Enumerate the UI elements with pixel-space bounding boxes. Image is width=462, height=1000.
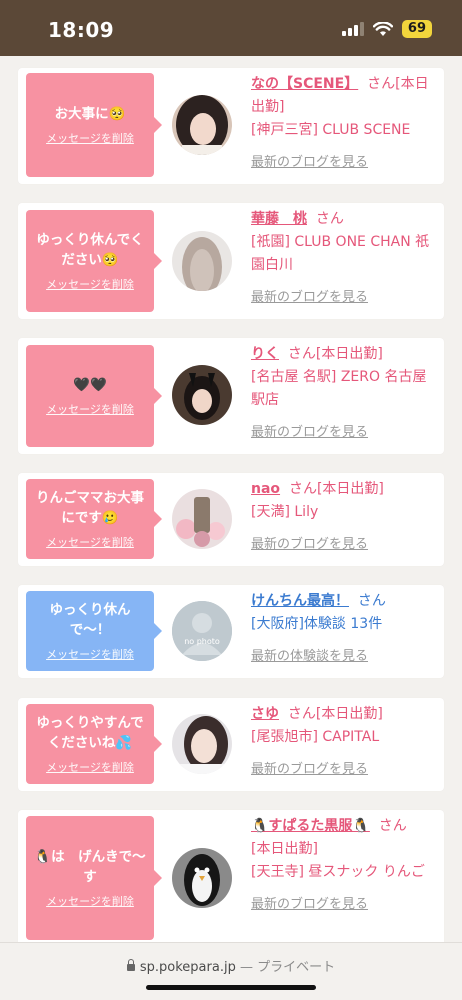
avatar[interactable]: no photo	[172, 601, 232, 661]
honorific: さん	[287, 706, 316, 722]
message-bubble: ゆっくりやすんでくださいね💦 メッセージを削除	[26, 704, 162, 784]
latest-review-link[interactable]: 最新の体験談を見る	[251, 645, 368, 668]
honorific: さん	[357, 593, 386, 609]
shop-name[interactable]: [大阪府]体験談 13件	[251, 613, 437, 636]
message-bubble: 🐧は げんきで〜す メッセージを削除	[26, 816, 162, 940]
message-text: ゆっくりやすんでくださいね💦	[36, 715, 144, 751]
latest-blog-link[interactable]: 最新のブログを見る	[251, 533, 368, 556]
delete-message-link[interactable]: メッセージを削除	[46, 646, 134, 662]
sender-name[interactable]: 🐧すぱるた黒服🐧	[251, 818, 370, 834]
status-bar: 18:09 69	[0, 0, 462, 56]
message-card: ゆっくりやすんでくださいね💦 メッセージを削除 さゆ さん[本日出勤] [尾張旭…	[18, 698, 444, 791]
message-card: 🖤🖤 メッセージを削除 りく さん[本日出勤] [名古屋 名駅] ZERO 名古…	[18, 338, 444, 454]
message-text: 🖤🖤	[73, 377, 107, 393]
wifi-icon	[372, 21, 393, 36]
latest-blog-link[interactable]: 最新のブログを見る	[251, 286, 368, 309]
work-status: [本日出勤]	[315, 706, 383, 722]
honorific: さん	[367, 76, 396, 92]
work-status: [本日出勤]	[315, 346, 383, 362]
shop-name[interactable]: [尾張旭市] CAPITAL	[251, 726, 437, 749]
url-separator: —	[239, 960, 253, 975]
honorific: さん	[315, 211, 344, 227]
sender-info: さゆ さん[本日出勤] [尾張旭市] CAPITAL 最新のブログを見る	[251, 703, 437, 781]
shop-name[interactable]: [名古屋 名駅] ZERO 名古屋駅店	[251, 366, 437, 412]
avatar[interactable]	[172, 714, 232, 774]
status-time: 18:09	[48, 18, 115, 42]
delete-message-link[interactable]: メッセージを削除	[46, 893, 134, 909]
lock-icon	[126, 959, 135, 971]
message-text: りんごママお大事にです🥲	[36, 490, 144, 526]
work-status: [本日出勤]	[316, 481, 384, 497]
shop-name[interactable]: [神戸三宮] CLUB SCENE	[251, 119, 437, 142]
sender-info: けんちん最高！ さん [大阪府]体験談 13件 最新の体験談を見る	[251, 590, 437, 668]
message-text: ゆっくり休んで〜！	[49, 602, 131, 638]
sender-name[interactable]: さゆ	[251, 706, 279, 722]
message-text: ゆっくり休んでください🥺	[36, 232, 144, 268]
latest-blog-link[interactable]: 最新のブログを見る	[251, 758, 368, 781]
sender-name[interactable]: なの【SCENE】	[251, 76, 358, 92]
shop-name[interactable]: [祇園] CLUB ONE CHAN 祇園白川	[251, 231, 437, 277]
sender-info: りく さん[本日出勤] [名古屋 名駅] ZERO 名古屋駅店 最新のブログを見…	[251, 343, 437, 444]
no-photo-label: no photo	[184, 637, 220, 646]
message-bubble: ゆっくり休んで〜！ メッセージを削除	[26, 591, 162, 671]
latest-blog-link[interactable]: 最新のブログを見る	[251, 151, 368, 174]
latest-blog-link[interactable]: 最新のブログを見る	[251, 893, 368, 916]
delete-message-link[interactable]: メッセージを削除	[46, 276, 134, 292]
sender-name[interactable]: nao	[251, 481, 280, 497]
battery-level: 69	[401, 20, 432, 38]
message-bubble: りんごママお大事にです🥲 メッセージを削除	[26, 479, 162, 559]
sender-info: nao さん[本日出勤] [天満] Lily 最新のブログを見る	[251, 478, 437, 556]
honorific: さん	[287, 346, 316, 362]
delete-message-link[interactable]: メッセージを削除	[46, 401, 134, 417]
message-bubble: お大事に🥺 メッセージを削除	[26, 73, 162, 177]
delete-message-link[interactable]: メッセージを削除	[46, 759, 134, 775]
avatar[interactable]	[172, 848, 232, 908]
avatar[interactable]	[172, 365, 232, 425]
message-card: ゆっくり休んで〜！ メッセージを削除 no photo けんちん最高！ さん […	[18, 585, 444, 678]
cellular-signal-icon	[341, 22, 364, 36]
shop-name[interactable]: [天王寺] 昼スナック りんご	[251, 861, 437, 884]
sender-info: 華藤 桃 さん [祇園] CLUB ONE CHAN 祇園白川 最新のブログを見…	[251, 208, 437, 309]
message-card: お大事に🥺 メッセージを削除 なの【SCENE】 さん[本日出勤] [神戸三宮]…	[18, 68, 444, 184]
status-icons: 69	[341, 20, 432, 38]
browser-bottom-bar: sp.pokepara.jp — プライベート	[0, 942, 462, 1000]
delete-message-link[interactable]: メッセージを削除	[46, 130, 134, 146]
message-bubble: 🖤🖤 メッセージを削除	[26, 345, 162, 447]
sender-name[interactable]: 華藤 桃	[251, 211, 307, 227]
sender-name[interactable]: りく	[251, 346, 279, 362]
honorific: さん	[378, 818, 407, 834]
work-status: [本日出勤]	[251, 841, 318, 857]
address-bar[interactable]: sp.pokepara.jp — プライベート	[0, 956, 462, 975]
avatar[interactable]	[172, 489, 232, 549]
latest-blog-link[interactable]: 最新のブログを見る	[251, 421, 368, 444]
message-text: お大事に🥺	[54, 106, 126, 122]
sender-name[interactable]: けんちん最高！	[251, 593, 349, 609]
message-text: 🐧は げんきで〜す	[34, 849, 146, 885]
home-indicator[interactable]	[146, 985, 316, 990]
shop-name[interactable]: [天満] Lily	[251, 501, 437, 524]
message-bubble: ゆっくり休んでください🥺 メッセージを削除	[26, 210, 162, 312]
message-card: りんごママお大事にです🥲 メッセージを削除 nao さん[本日出勤] [天満] …	[18, 473, 444, 566]
url-domain: sp.pokepara.jp	[139, 960, 236, 975]
delete-message-link[interactable]: メッセージを削除	[46, 534, 134, 550]
message-card: 🐧は げんきで〜す メッセージを削除 🐧すぱるた黒服🐧 さん [本日出勤] [天…	[18, 810, 444, 946]
sender-info: なの【SCENE】 さん[本日出勤] [神戸三宮] CLUB SCENE 最新の…	[251, 73, 437, 174]
browsing-mode: プライベート	[257, 960, 336, 975]
avatar[interactable]	[172, 231, 232, 291]
no-photo-icon	[172, 601, 232, 661]
avatar[interactable]	[172, 95, 232, 155]
honorific: さん	[288, 481, 317, 497]
sender-info: 🐧すぱるた黒服🐧 さん [本日出勤] [天王寺] 昼スナック りんご 最新のブロ…	[251, 815, 437, 916]
message-card: ゆっくり休んでください🥺 メッセージを削除 華藤 桃 さん [祇園] CLUB …	[18, 203, 444, 319]
